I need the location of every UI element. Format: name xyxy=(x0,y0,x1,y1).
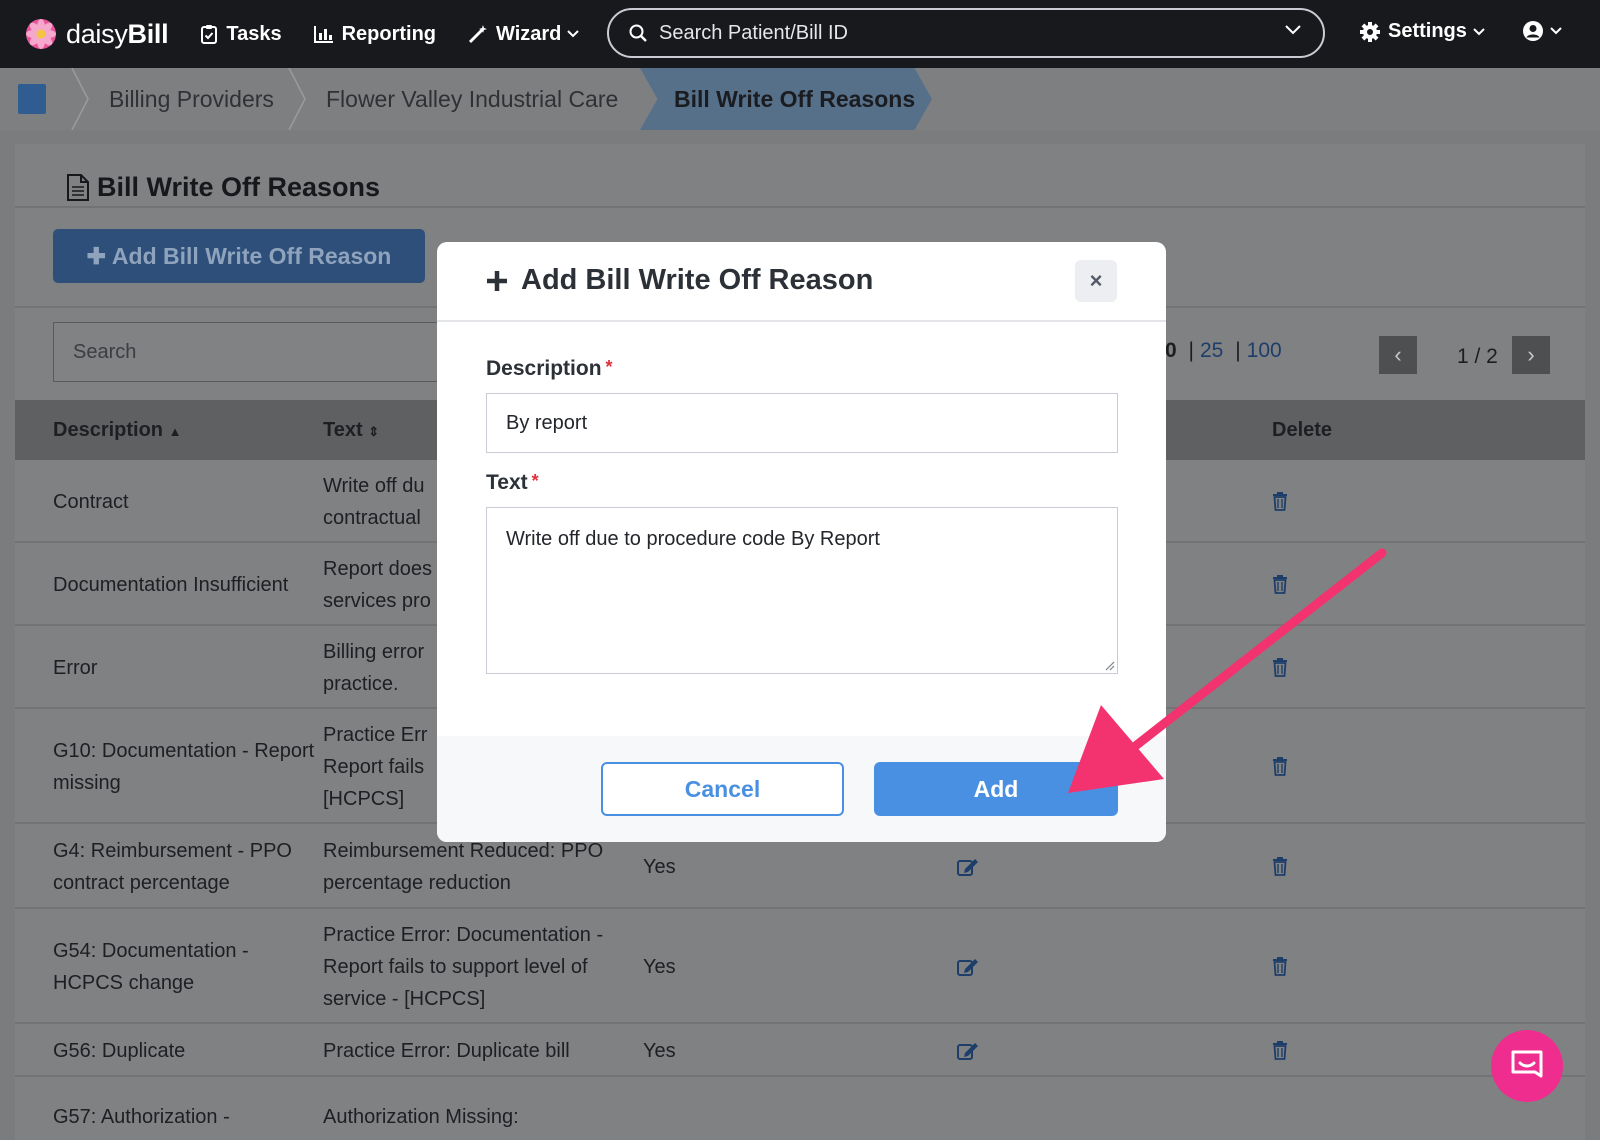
user-circle-icon xyxy=(1523,21,1543,41)
bar-chart-icon xyxy=(313,26,333,43)
top-nav: daisyBill Tasks Reporting Wizard Search … xyxy=(0,0,1600,68)
cell-description: G57: Authorization - xyxy=(53,1106,230,1128)
nav-wizard-label: Wizard xyxy=(496,22,562,45)
modal-header: Add Bill Write Off Reason × xyxy=(437,242,1166,322)
chevron-down-icon xyxy=(567,30,580,38)
cell-description: G54: Documentation - HCPCS change xyxy=(53,939,249,994)
page-size-selector: 0 | 25 | 100 xyxy=(1165,339,1282,362)
cell-text: Practice Error: Documentation - Report fa… xyxy=(323,923,604,1010)
cell-description: Error xyxy=(53,656,98,679)
gear-icon xyxy=(1360,21,1380,42)
text-label: Text * xyxy=(486,471,539,494)
pager-next-button[interactable]: › xyxy=(1512,336,1550,374)
required-mark: * xyxy=(605,357,613,377)
cell-description: G4: Reimbursement - PPO contract percenta… xyxy=(53,839,292,894)
sort-icon: ⇕ xyxy=(368,424,380,439)
cell-description: G10: Documentation - Report missing xyxy=(53,739,315,794)
cell-text: Authorization Missing: xyxy=(323,1106,519,1128)
add-reason-modal: Add Bill Write Off Reason × Description *… xyxy=(437,242,1166,842)
cell-active: Yes xyxy=(643,955,676,978)
logo[interactable]: daisyBill xyxy=(24,17,169,51)
table-row: G56: Duplicate Practice Error: Duplicate … xyxy=(15,1024,1585,1077)
col-text[interactable]: Text ⇕ xyxy=(323,400,379,462)
logo-text: daisyBill xyxy=(66,18,169,49)
modal-title: Add Bill Write Off Reason xyxy=(485,264,873,297)
plus-icon: ✚ xyxy=(86,242,106,269)
edit-icon[interactable] xyxy=(957,857,979,882)
search-icon xyxy=(629,24,647,42)
cell-description: G56: Duplicate xyxy=(53,1039,186,1062)
page-size-current: 0 xyxy=(1165,339,1177,362)
nav-tasks-label: Tasks xyxy=(226,22,282,45)
home-icon[interactable] xyxy=(18,84,46,114)
nav-reporting-label: Reporting xyxy=(341,22,437,45)
cell-text: Write off du contractual xyxy=(323,474,425,529)
cell-description: Documentation Insufficient xyxy=(53,573,289,596)
sort-up-icon: ▲ xyxy=(168,424,182,439)
breadcrumb-separator-icon xyxy=(288,68,306,130)
nav-reporting[interactable]: Reporting xyxy=(313,22,437,46)
document-icon xyxy=(67,174,89,201)
pager-count: 1 / 2 xyxy=(1457,345,1498,368)
breadcrumb: Billing Providers Flower Valley Industri… xyxy=(0,68,1600,130)
nav-settings-label: Settings xyxy=(1388,20,1467,42)
breadcrumb-current: Bill Write Off Reasons xyxy=(640,68,932,130)
add-reason-button[interactable]: ✚ Add Bill Write Off Reason xyxy=(53,229,425,283)
text-field-value: Write off due to procedure code By Repor… xyxy=(506,528,880,550)
close-button[interactable]: × xyxy=(1075,260,1117,302)
nav-tasks[interactable]: Tasks xyxy=(200,22,282,46)
cell-text: Reimbursement Reduced: PPO percentage red… xyxy=(323,839,604,894)
breadcrumb-provider[interactable]: Flower Valley Industrial Care xyxy=(326,68,618,130)
modal-title-text: Add Bill Write Off Reason xyxy=(521,264,874,296)
chevron-down-icon xyxy=(1285,25,1301,35)
col-description[interactable]: Description ▲ xyxy=(53,400,181,462)
description-label: Description * xyxy=(486,357,613,380)
chat-icon xyxy=(1511,1050,1543,1078)
table-search-input[interactable]: Search xyxy=(53,322,453,382)
table-row: G57: Authorization - Authorization Missin… xyxy=(15,1077,1585,1140)
cell-text: Practice Error: Duplicate bill xyxy=(323,1039,570,1062)
page-size-25[interactable]: 25 xyxy=(1200,339,1223,362)
chevron-down-icon xyxy=(1473,27,1485,35)
description-field[interactable]: By report xyxy=(486,393,1118,453)
daisy-logo-icon xyxy=(26,19,56,49)
cell-description: Contract xyxy=(53,490,129,513)
cell-active: Yes xyxy=(643,855,676,878)
pager-prev-button[interactable]: ‹ xyxy=(1379,336,1417,374)
patient-bill-search[interactable]: Search Patient/Bill ID xyxy=(607,8,1325,58)
cell-text: Billing error practice. xyxy=(323,640,425,695)
magic-wand-icon xyxy=(468,25,488,44)
page-title: Bill Write Off Reasons xyxy=(67,172,380,203)
divider xyxy=(15,206,1585,208)
edit-icon[interactable] xyxy=(957,957,979,982)
cell-active: Yes xyxy=(643,1039,676,1062)
nav-wizard[interactable]: Wizard xyxy=(468,22,580,46)
trash-icon[interactable] xyxy=(1272,857,1288,881)
cancel-button[interactable]: Cancel xyxy=(601,762,844,816)
breadcrumb-current-label: Bill Write Off Reasons xyxy=(674,86,916,112)
user-menu[interactable] xyxy=(1522,20,1562,42)
annotation-arrow-icon xyxy=(1068,548,1387,793)
edit-icon[interactable] xyxy=(957,1041,979,1066)
cell-text: Practice Err Report fails [HCPCS] xyxy=(323,723,428,810)
table-row: G54: Documentation - HCPCS change Practice… xyxy=(15,909,1585,1024)
cell-text: Report does services pro xyxy=(323,557,432,612)
text-field[interactable]: Write off due to procedure code By Repor… xyxy=(486,507,1118,674)
breadcrumb-billing-providers[interactable]: Billing Providers xyxy=(109,68,274,130)
plus-icon xyxy=(487,270,507,291)
add-reason-label: Add Bill Write Off Reason xyxy=(111,242,392,269)
chat-launcher[interactable] xyxy=(1491,1030,1563,1102)
search-placeholder: Search Patient/Bill ID xyxy=(659,21,848,44)
nav-settings[interactable]: Settings xyxy=(1360,20,1485,43)
page-title-text: Bill Write Off Reasons xyxy=(97,172,381,202)
clipboard-check-icon xyxy=(201,25,218,44)
page-size-100[interactable]: 100 xyxy=(1247,339,1282,362)
required-mark: * xyxy=(531,471,539,491)
breadcrumb-separator-icon xyxy=(71,68,89,130)
trash-icon[interactable] xyxy=(1272,957,1288,981)
col-delete: Delete xyxy=(1272,419,1333,441)
chevron-down-icon xyxy=(1550,27,1562,35)
trash-icon[interactable] xyxy=(1272,1041,1288,1065)
trash-icon[interactable] xyxy=(1272,492,1288,516)
